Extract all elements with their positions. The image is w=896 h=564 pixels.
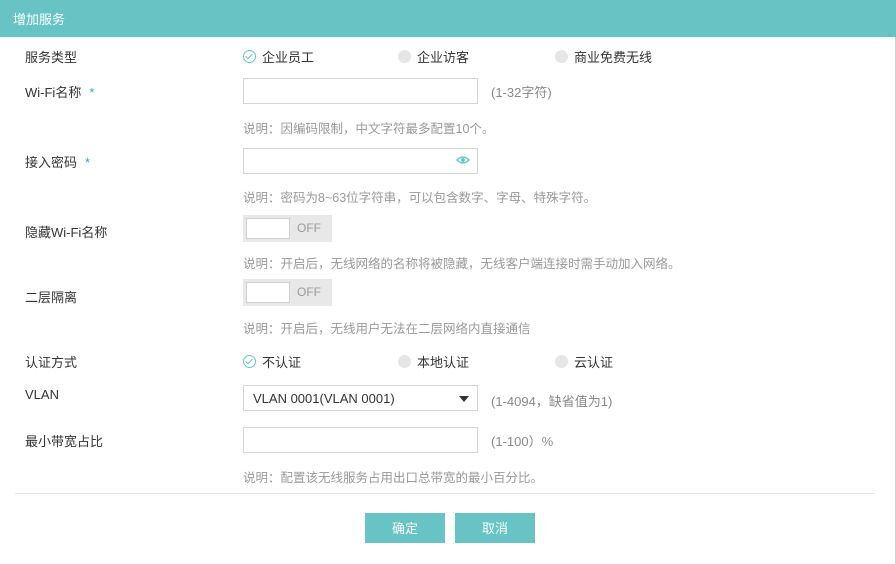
- radio-unchecked-icon: [398, 50, 411, 63]
- radio-unchecked-icon: [398, 355, 411, 368]
- auth-method-label: 认证方式: [25, 355, 78, 370]
- vlan-select[interactable]: VLAN 0001(VLAN 0001): [243, 385, 478, 411]
- ssid-input[interactable]: [243, 78, 478, 104]
- cancel-button[interactable]: 取消: [455, 513, 535, 543]
- radio-label: 企业员工: [262, 50, 315, 65]
- password-note: 说明：密码为8~63位字符串，可以包含数字、字母、特殊字符。: [243, 191, 597, 205]
- required-mark: *: [85, 155, 91, 170]
- l2-isolation-note: 说明：开启后，无线用户无法在二层网络内直接通信: [243, 322, 531, 336]
- password-label: 接入密码 *: [25, 152, 90, 171]
- toggle-knob: [246, 282, 290, 303]
- password-label-text: 接入密码: [25, 155, 78, 170]
- hide-ssid-note: 说明：开启后，无线网络的名称将被隐藏，无线客户端连接时需手动加入网络。: [243, 257, 681, 271]
- auth-option-local[interactable]: 本地认证: [398, 352, 469, 371]
- hide-ssid-label: 隐藏Wi-Fi名称: [25, 225, 108, 240]
- required-mark: *: [89, 85, 95, 100]
- vlan-label: VLAN: [25, 387, 59, 402]
- dialog-header: 增加服务: [0, 0, 896, 37]
- radio-label: 云认证: [574, 355, 614, 370]
- service-type-label: 服务类型: [25, 50, 78, 65]
- vlan-selected-value: VLAN 0001(VLAN 0001): [253, 391, 395, 406]
- password-field[interactable]: [243, 148, 478, 174]
- caret-down-icon: [459, 396, 469, 402]
- radio-label: 本地认证: [417, 355, 470, 370]
- dialog-title: 增加服务: [13, 12, 66, 27]
- footer-divider: [15, 493, 875, 494]
- auth-option-none[interactable]: 不认证: [243, 352, 301, 371]
- confirm-button[interactable]: 确定: [365, 513, 445, 543]
- radio-unchecked-icon: [555, 50, 568, 63]
- auth-option-cloud[interactable]: 云认证: [555, 352, 613, 371]
- service-type-option-guest[interactable]: 企业访客: [398, 47, 469, 66]
- radio-label: 企业访客: [417, 50, 470, 65]
- ssid-label-text: Wi-Fi名称: [25, 85, 82, 100]
- vlan-range-hint: (1-4094，缺省值为1): [491, 394, 613, 409]
- radio-label: 商业免费无线: [574, 50, 653, 65]
- toggle-state: OFF: [297, 285, 321, 299]
- min-bandwidth-label: 最小带宽占比: [25, 434, 104, 449]
- service-type-option-commercial[interactable]: 商业免费无线: [555, 47, 652, 66]
- l2-isolation-toggle[interactable]: OFF: [243, 279, 332, 306]
- radio-checked-icon: [243, 355, 256, 368]
- toggle-knob: [246, 218, 290, 239]
- min-bandwidth-input[interactable]: [243, 427, 478, 453]
- min-bandwidth-range-hint: (1-100）%: [491, 434, 554, 449]
- ssid-range-hint: (1-32字符): [491, 85, 552, 100]
- hide-ssid-toggle[interactable]: OFF: [243, 215, 332, 242]
- l2-isolation-label: 二层隔离: [25, 290, 78, 305]
- radio-label: 不认证: [262, 355, 302, 370]
- ssid-note: 说明：因编码限制，中文字符最多配置10个。: [243, 122, 495, 136]
- radio-unchecked-icon: [555, 355, 568, 368]
- radio-checked-icon: [243, 50, 256, 63]
- eye-icon[interactable]: [456, 155, 470, 165]
- service-type-option-employee[interactable]: 企业员工: [243, 47, 314, 66]
- ssid-label: Wi-Fi名称 *: [25, 82, 94, 101]
- min-bandwidth-note: 说明：配置该无线服务占用出口总带宽的最小百分比。: [243, 471, 544, 485]
- toggle-state: OFF: [297, 221, 321, 235]
